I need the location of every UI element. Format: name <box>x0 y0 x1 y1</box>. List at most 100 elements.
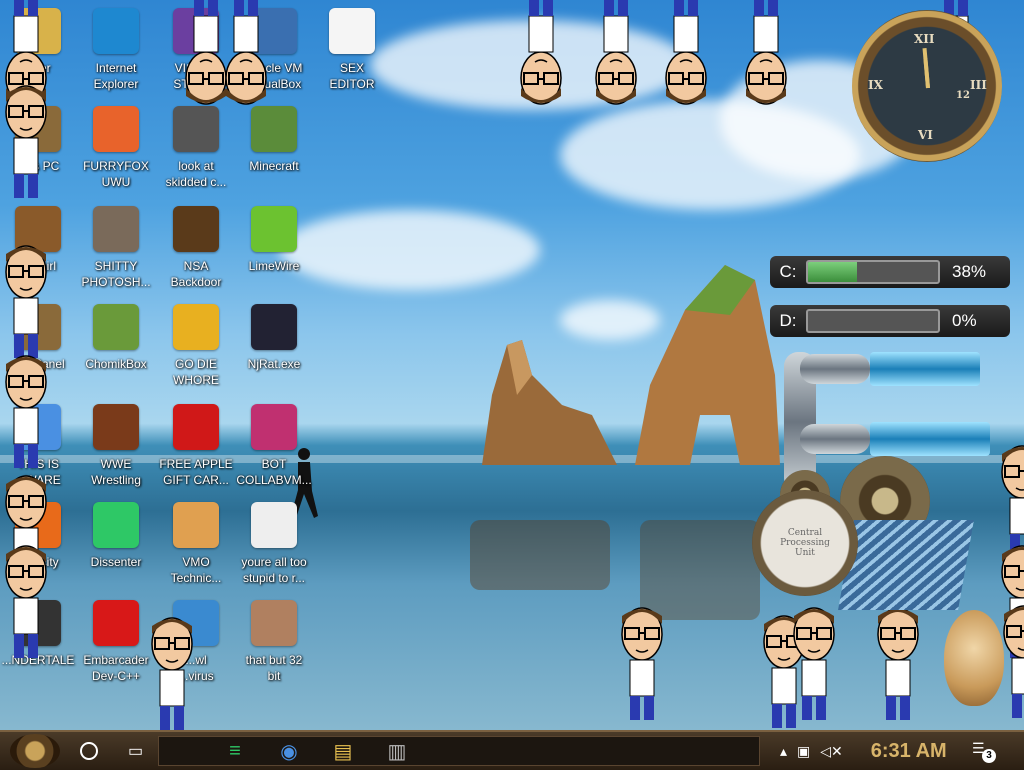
dissenter-taskbar-icon[interactable]: ≡ <box>217 737 253 765</box>
search-icon[interactable] <box>80 742 98 760</box>
limewire-icon <box>251 206 297 252</box>
desktop-icon[interactable]: BOT COLLABVM... <box>234 404 314 500</box>
desktop-icon[interactable]: NjRat.exe <box>234 304 314 400</box>
desktop-icon-label: SEX EDITOR <box>329 61 375 91</box>
sketch-portrait-icon <box>251 502 297 548</box>
skull-icon <box>251 304 297 350</box>
desktop-icon-label: SHITTY PHOTOSH... <box>81 259 151 289</box>
show-hidden-icons-icon[interactable]: ▴ <box>780 743 787 760</box>
stacked-windows-icon <box>173 106 219 152</box>
desktop-icon[interactable]: SHITTY PHOTOSH... <box>76 206 156 302</box>
desktop-icon-label: FURRYFOX UWU <box>83 159 149 189</box>
cartoon-guy-image <box>877 607 919 720</box>
desktop-icon-label: VMO Technic... <box>170 555 222 585</box>
cartoon-guy-image <box>151 617 193 730</box>
memory-tube <box>870 352 980 386</box>
disk-letter: D: <box>779 311 797 330</box>
die-icon <box>173 304 219 350</box>
cartoon-guy-image <box>5 355 47 468</box>
clock-numeral: XII <box>914 32 935 46</box>
disk-letter: C: <box>779 262 797 281</box>
disk-usage-percent: 38% <box>952 262 987 281</box>
desktop-icon[interactable]: youre all too stupid to r... <box>234 502 314 598</box>
apple-icon <box>173 404 219 450</box>
radiator-grille <box>838 520 974 610</box>
chomikbox-icon <box>93 304 139 350</box>
file-explorer-taskbar-icon[interactable]: ▤ <box>325 737 361 765</box>
desktop-icon-label: LimeWire <box>248 259 300 273</box>
desktop-icon-label: NSA Backdoor <box>170 259 222 289</box>
clock-numeral: VI <box>918 128 933 142</box>
minecraft-icon <box>251 106 297 152</box>
desktop-icon[interactable]: ChomikBox <box>76 304 156 400</box>
network-icon[interactable]: ▣ <box>797 743 810 760</box>
desktop-icon-label: Embarcader Dev-C++ <box>83 653 149 683</box>
horizontal-pipe <box>800 424 870 454</box>
technician-icon <box>173 502 219 548</box>
desktop-icon[interactable]: Embarcader Dev-C++ <box>76 600 156 696</box>
cartoon-guy-image <box>621 607 663 720</box>
disk-usage-track <box>806 260 940 284</box>
desktop-icon-label: Internet Explorer <box>93 61 139 91</box>
disk-c-meter: C: 38% <box>770 256 1010 288</box>
horizontal-pipe <box>800 354 870 384</box>
desktop: UserInternet ExplorerVISUAL STUPI...Orac… <box>0 0 1024 730</box>
desktop-icon-label: NjRat.exe <box>247 357 301 371</box>
firefox-icon <box>93 106 139 152</box>
taskbar-app-strip: ≡ ◉ ▤ ▥ <box>158 736 760 766</box>
cartoon-guy-image <box>793 607 835 720</box>
steampunk-clock-widget: XII III VI IX 12 <box>852 10 1002 162</box>
cpu-gauge-label: Central Processing Unit <box>780 528 830 558</box>
notification-count-badge: 3 <box>982 749 996 763</box>
desktop-icon[interactable]: LimeWire <box>234 206 314 302</box>
cartoon-guy-image <box>225 0 267 105</box>
clock-numeral: III <box>970 78 987 92</box>
desktop-icon[interactable]: Dissenter <box>76 502 156 598</box>
taskbar: ▭ ≡ ◉ ▤ ▥ ▴ ▣ ◁✕ 6:31 AM ☰ 3 <box>0 730 1024 770</box>
disk-usage-track <box>806 309 940 333</box>
desktop-icon[interactable]: NSA Backdoor <box>156 206 236 302</box>
monitor-icon <box>251 404 297 450</box>
desktop-icon[interactable]: FURRYFOX UWU <box>76 106 156 202</box>
cpu-gauge: Central Processing Unit <box>752 490 858 596</box>
start-button[interactable] <box>10 734 60 768</box>
desktop-icon-label: BOT COLLABVM... <box>236 457 312 487</box>
task-view-icon[interactable]: ▭ <box>128 741 143 761</box>
chrome-taskbar-icon[interactable]: ◉ <box>271 737 307 765</box>
desktop-icon[interactable]: WWE Wrestling <box>76 404 156 500</box>
cloud <box>280 210 540 290</box>
desktop-icon-label: ChomikBox <box>85 357 147 371</box>
disk-d-meter: D: 0% <box>770 305 1010 337</box>
desktop-icon[interactable]: FREE APPLE GIFT CAR... <box>156 404 236 500</box>
steampunk-box-icon <box>173 206 219 252</box>
desktop-icon[interactable]: VMO Technic... <box>156 502 236 598</box>
desktop-icon[interactable]: GO DIE WHORE <box>156 304 236 400</box>
task-manager-taskbar-icon[interactable]: ▥ <box>379 737 415 765</box>
small-sea-stack <box>482 340 617 465</box>
desktop-icon[interactable]: SEX EDITOR <box>312 8 392 104</box>
cartoon-guy-image <box>5 545 47 658</box>
system-tray: ▴ ▣ ◁✕ 6:31 AM <box>780 732 947 770</box>
desktop-icon-label: Dissenter <box>90 555 142 569</box>
desktop-icon[interactable]: that but 32 bit <box>234 600 314 696</box>
cartoon-guy-image <box>665 0 707 105</box>
desktop-icon-label: Minecraft <box>249 159 299 173</box>
dissenter-icon <box>93 502 139 548</box>
cartoon-guy-image <box>520 0 562 105</box>
desktop-icon[interactable]: look at skidded c... <box>156 106 236 202</box>
volume-muted-icon[interactable]: ◁✕ <box>820 743 843 760</box>
taskbar-clock[interactable]: 6:31 AM <box>871 740 947 763</box>
rock-reflection <box>470 520 610 590</box>
swap-tube <box>870 422 990 456</box>
hamster-image <box>944 610 1004 706</box>
cartoon-guy-image <box>745 0 787 105</box>
cartoon-guy-image <box>5 245 47 358</box>
devcpp-icon <box>93 600 139 646</box>
disk-usage-percent: 0% <box>952 311 977 330</box>
desktop-icon-label: youre all too stupid to r... <box>241 555 307 585</box>
desktop-icon[interactable]: Minecraft <box>234 106 314 202</box>
disk-usage-fill <box>808 262 858 282</box>
gimp-icon <box>93 206 139 252</box>
hex-editor-icon <box>329 8 375 54</box>
desktop-icon[interactable]: Internet Explorer <box>76 8 156 104</box>
